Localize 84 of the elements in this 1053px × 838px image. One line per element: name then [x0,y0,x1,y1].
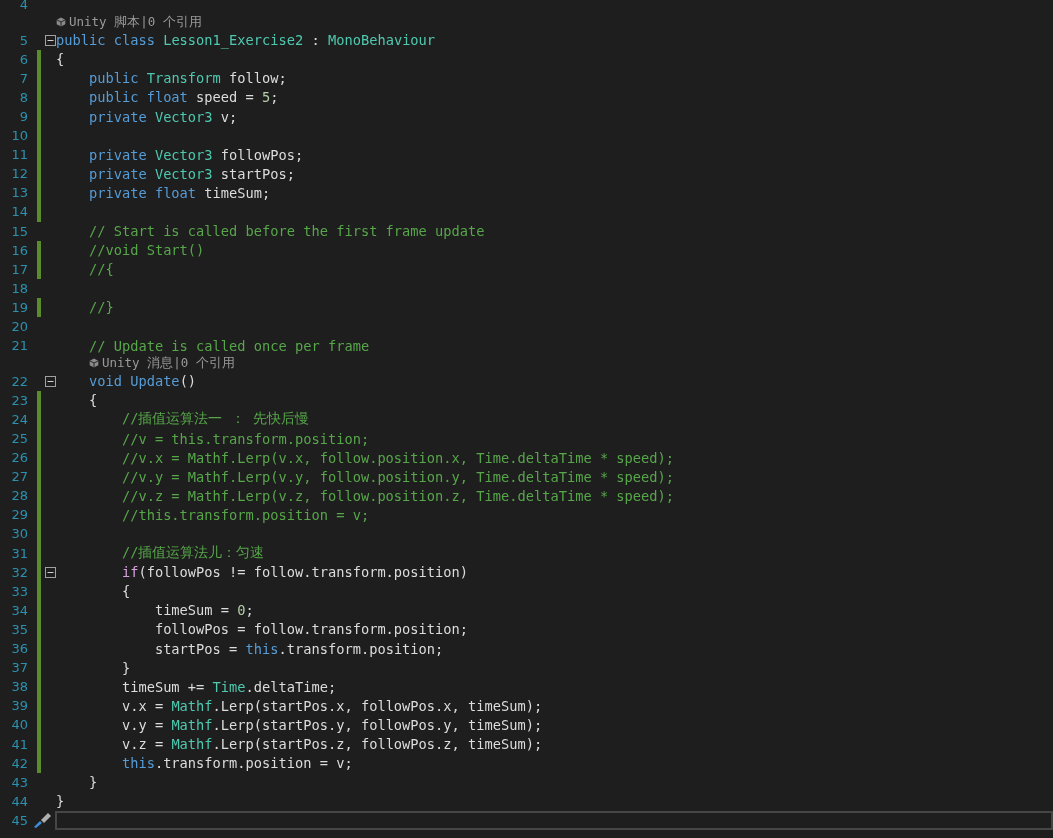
line-number: 35 [11,621,28,637]
code-line: v.x = Mathf.Lerp(startPos.x, followPos.x, timeSum); [120,697,543,714]
collapse-icon[interactable] [45,375,56,387]
code-line: public class Lesson1_Exercise2 : MonoBehaviour [56,32,436,49]
code-line: //v.y = Mathf.Lerp(v.y, follow.position.y, Time.deltaTime * speed); [120,468,675,485]
code-line: v.z = Mathf.Lerp(startPos.z, followPos.z, timeSum); [120,736,543,752]
cube-icon [89,358,99,369]
line-number: 29 [11,507,28,523]
line-number: 38 [11,679,28,695]
code-line: timeSum += Time.deltaTime; [120,678,337,695]
line-number: 44 [11,793,28,809]
line-number: 41 [11,736,28,752]
code-line: } [56,793,65,810]
cube-icon [56,17,66,28]
line-number: 17 [11,261,28,277]
collapse-icon[interactable] [45,566,56,578]
line-number: 9 [19,109,28,124]
line-number: 14 [11,204,28,220]
line-number: 28 [11,488,28,504]
line-number: 11 [11,147,28,163]
code-line: { [120,583,131,600]
line-number: 37 [11,660,28,676]
line-number: 27 [11,469,28,485]
code-line: //v = this.transform.position; [120,430,370,447]
line-number: 4 [19,0,28,13]
code-line: // Update is called once per frame [87,337,370,354]
line-number: 40 [11,717,28,733]
code-line: public float speed = 5; [87,89,279,106]
code-line: //v.z = Mathf.Lerp(v.z, follow.position.z, Time.deltaTime * speed); [120,487,675,504]
line-number: 16 [11,242,28,258]
line-number: 20 [11,319,28,335]
collapse-icon[interactable] [45,34,56,46]
line-number: 26 [11,450,28,466]
code-line: { [87,392,98,409]
code-line: //void Start() [87,242,205,259]
code-line: } [120,659,131,676]
line-number: 21 [11,338,28,354]
line-number: 12 [11,166,28,182]
code-line: this.transform.position = v; [120,755,353,772]
line-number: 34 [11,602,28,618]
line-number: 33 [11,583,28,599]
code-line: followPos = follow.transform.position; [153,621,469,638]
line-number: 36 [11,641,28,657]
code-line: void Update() [87,373,197,390]
codelens-hint[interactable]: Unity 脚本|0 个引用 [56,13,202,31]
line-number: 32 [11,564,28,580]
code-line: //v.x = Mathf.Lerp(v.x, follow.position.x, Time.deltaTime * speed); [120,449,675,466]
line-number: 42 [11,755,28,771]
code-line: //{ [87,261,114,278]
code-line: private Vector3 v; [87,108,238,125]
code-line: //插值运算法一 ： 先快后慢 [120,410,309,429]
code-line: { [56,51,65,68]
line-number: 25 [11,431,28,446]
code-line: //} [87,299,114,316]
line-number: 7 [19,70,28,86]
line-number: 24 [11,411,28,427]
code-line: //this.transform.position = v; [120,506,370,523]
line-number: 6 [19,51,28,67]
line-number: 5 [19,32,28,48]
code-line: v.y = Mathf.Lerp(startPos.y, followPos.y, timeSum); [120,716,543,733]
code-line: startPos = this.transform.position; [153,640,444,657]
line-number: 19 [11,299,28,315]
code-line: public Transform follow; [87,70,287,87]
code-line: } [87,774,98,791]
line-number: 22 [11,373,28,389]
code-line: private float timeSum; [87,184,271,201]
code-line: // Start is called before the first frame update [87,223,485,240]
codelens-hint[interactable]: Unity 消息|0 个引用 [89,354,235,372]
line-number: 13 [11,185,28,201]
line-number: 43 [11,774,28,790]
line-number: 45 [11,812,28,828]
line-number: 39 [11,698,28,714]
code-line: timeSum = 0; [153,602,254,619]
code-line: private Vector3 followPos; [87,146,304,163]
line-number: 23 [11,392,28,408]
code-line: private Vector3 startPos; [87,165,295,182]
line-number: 10 [11,128,28,144]
line-number: 30 [11,526,28,542]
line-number: 18 [11,280,28,296]
code-line: if(followPos != follow.transform.position) [120,564,469,581]
line-number: 31 [11,545,28,561]
code-line: //插值运算法儿：匀速 [120,544,265,563]
line-number: 15 [11,223,28,239]
line-number: 8 [19,89,28,105]
